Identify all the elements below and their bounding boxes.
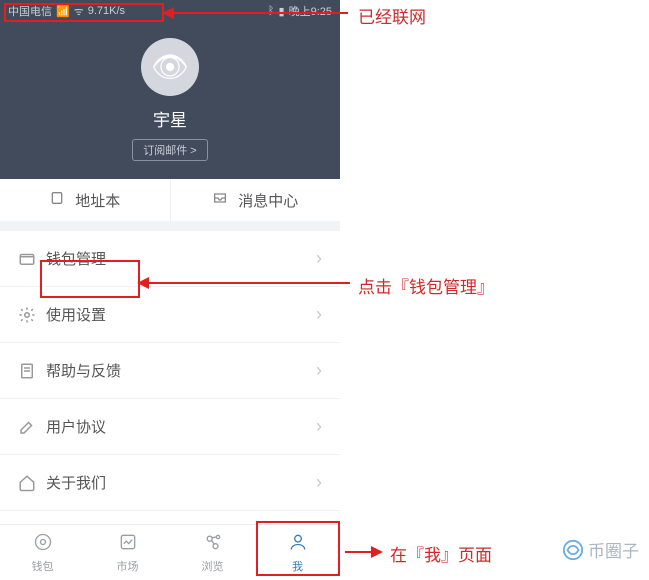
- avatar-icon: 👁: [151, 50, 189, 85]
- menu-label-about-us: 关于我们: [46, 472, 316, 493]
- watermark-icon: [562, 539, 584, 561]
- clock-text: 晚上9:25: [289, 3, 332, 19]
- menu-label-user-agreement: 用户协议: [46, 416, 316, 437]
- phone-screen: 中国电信 📶 ᯤ 9.71K/s ᛒ ▮ 晚上9:25 👁 宇星 订阅邮件 > …: [0, 0, 340, 580]
- nav-label-browse: 浏览: [202, 558, 224, 574]
- net-speed: 9.71K/s: [88, 5, 125, 17]
- status-right: ᛒ ▮ 晚上9:25: [268, 3, 332, 19]
- settings-menu: 钱包管理 › 使用设置 › 帮助与反馈 › 用户协议 ›: [0, 231, 340, 511]
- avatar[interactable]: 👁: [141, 38, 199, 96]
- person-nav-icon: [288, 532, 308, 556]
- nav-label-wallet: 钱包: [32, 558, 54, 574]
- menu-label-help-feedback: 帮助与反馈: [46, 360, 316, 381]
- market-nav-icon: [118, 532, 138, 556]
- chevron-right-icon: ›: [316, 360, 322, 381]
- status-bar: 中国电信 📶 ᯤ 9.71K/s ᛒ ▮ 晚上9:25: [0, 0, 340, 22]
- edit-icon: [18, 418, 46, 436]
- nav-tab-market[interactable]: 市场: [85, 525, 170, 580]
- signal-icon: 📶: [56, 5, 70, 18]
- carrier-text: 中国电信: [8, 3, 52, 19]
- chevron-right-icon: ›: [316, 304, 322, 325]
- arrow-head-me: [371, 546, 383, 558]
- document-icon: [18, 362, 46, 380]
- chevron-right-icon: ›: [316, 472, 322, 493]
- home-icon: [18, 474, 46, 492]
- nav-tab-wallet[interactable]: 钱包: [0, 525, 85, 580]
- menu-label-usage-settings: 使用设置: [46, 304, 316, 325]
- address-book-label: 地址本: [75, 190, 120, 211]
- nav-label-market: 市场: [117, 558, 139, 574]
- menu-item-usage-settings[interactable]: 使用设置 ›: [0, 287, 340, 343]
- chevron-right-icon: ›: [316, 248, 322, 269]
- wallet-nav-icon: [33, 532, 53, 556]
- wallet-icon: [18, 250, 46, 268]
- inbox-icon: [212, 190, 228, 210]
- bluetooth-icon: ᛒ: [268, 5, 275, 17]
- profile-header: 👁 宇星 订阅邮件 >: [0, 22, 340, 179]
- menu-item-help-feedback[interactable]: 帮助与反馈 ›: [0, 343, 340, 399]
- status-left: 中国电信 📶 ᯤ 9.71K/s: [8, 3, 125, 19]
- message-center-label: 消息中心: [238, 190, 298, 211]
- bottom-nav: 钱包 市场 浏览 我: [0, 524, 340, 580]
- chevron-right-icon: ›: [316, 416, 322, 437]
- battery-icon: ▮: [279, 5, 285, 18]
- arrow-me: [345, 551, 373, 553]
- gear-icon: [18, 306, 46, 324]
- message-center-button[interactable]: 消息中心: [170, 179, 341, 221]
- browse-nav-icon: [203, 532, 223, 556]
- bookmark-icon: [49, 190, 65, 210]
- anno-text-online: 已经联网: [358, 3, 426, 28]
- username-label: 宇星: [153, 106, 187, 131]
- nav-tab-me[interactable]: 我: [255, 525, 340, 580]
- watermark: 币圈子: [562, 537, 639, 562]
- address-book-button[interactable]: 地址本: [0, 179, 170, 221]
- menu-item-user-agreement[interactable]: 用户协议 ›: [0, 399, 340, 455]
- menu-label-wallet-manage: 钱包管理: [46, 248, 316, 269]
- menu-item-wallet-manage[interactable]: 钱包管理 ›: [0, 231, 340, 287]
- top-actions-row: 地址本 消息中心: [0, 179, 340, 231]
- anno-text-me: 在『我』页面: [390, 541, 492, 566]
- nav-tab-browse[interactable]: 浏览: [170, 525, 255, 580]
- watermark-text: 币圈子: [588, 537, 639, 562]
- menu-item-about-us[interactable]: 关于我们 ›: [0, 455, 340, 511]
- wifi-icon: ᯤ: [74, 4, 84, 19]
- anno-text-wallet: 点击『钱包管理』: [358, 273, 494, 298]
- nav-label-me: 我: [292, 558, 303, 574]
- subscribe-email-button[interactable]: 订阅邮件 >: [132, 139, 207, 161]
